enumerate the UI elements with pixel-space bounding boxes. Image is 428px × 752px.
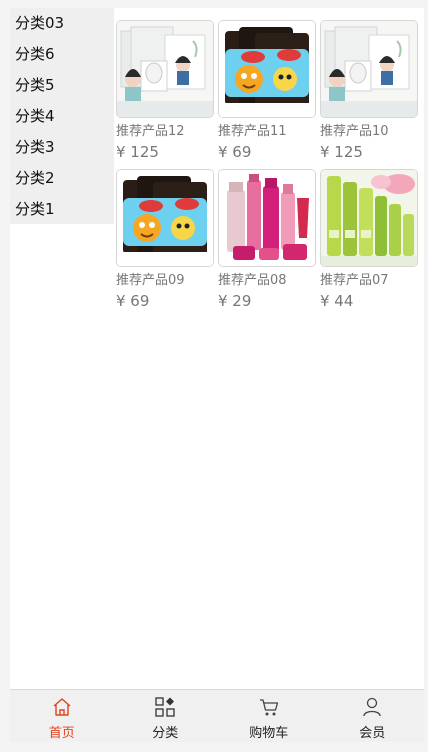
product-card[interactable]: 推荐产品12 ¥ 125 [116,20,214,162]
product-price: ¥ 29 [218,292,252,310]
tab-member-label: 会员 [359,726,386,741]
tab-cart-label: 购物车 [249,726,289,741]
tab-member[interactable]: 会员 [321,690,425,742]
sidebar-item-category-2[interactable]: 分类2 [10,163,114,194]
sidebar-item-category-3[interactable]: 分类3 [10,132,114,163]
tab-home-label: 首页 [48,726,75,741]
category-page: 分类03 分类6 分类5 分类4 分类3 分类2 分类1 推荐产品12 ¥ 12… [10,8,424,689]
product-price: ¥ 69 [116,292,150,310]
home-icon [53,698,71,716]
product-card[interactable]: 推荐产品09 ¥ 69 [116,169,214,311]
product-image-cartoon-mask-pack [116,169,214,267]
product-image-pink-cosmetics-set [218,169,316,267]
sidebar-item-category-4[interactable]: 分类4 [10,101,114,132]
product-image-face-mask-box [116,20,214,118]
product-image-green-skincare-set [320,169,418,267]
product-price: ¥ 44 [320,292,354,310]
category-icon [155,697,175,717]
bottom-tab-bar: 首页 分类 购物车 会员 [10,689,424,742]
product-card[interactable]: 推荐产品10 ¥ 125 [320,20,418,162]
product-name: 推荐产品08 [218,273,287,288]
product-name: 推荐产品11 [218,124,287,139]
product-image-cartoon-mask-pack [218,20,316,118]
sidebar-item-category-5[interactable]: 分类5 [10,70,114,101]
product-name: 推荐产品09 [116,273,185,288]
category-sidebar: 分类03 分类6 分类5 分类4 分类3 分类2 分类1 [10,8,114,224]
tab-home[interactable]: 首页 [10,690,114,742]
tab-category[interactable]: 分类 [114,690,218,742]
product-card[interactable]: 推荐产品11 ¥ 69 [218,20,316,162]
product-price: ¥ 125 [116,143,159,161]
user-icon [363,697,381,717]
product-name: 推荐产品07 [320,273,389,288]
product-price: ¥ 69 [218,143,252,161]
product-card[interactable]: 推荐产品07 ¥ 44 [320,169,418,311]
sidebar-item-category-1[interactable]: 分类1 [10,194,114,225]
product-grid: 推荐产品12 ¥ 125 推荐产品11 ¥ 69 推荐产品10 ¥ 125 推荐… [116,20,422,311]
cart-icon [259,699,278,716]
product-image-face-mask-box [320,20,418,118]
product-name: 推荐产品10 [320,124,389,139]
product-price: ¥ 125 [320,143,363,161]
tab-cart[interactable]: 购物车 [217,690,321,742]
product-name: 推荐产品12 [116,124,185,139]
product-card[interactable]: 推荐产品08 ¥ 29 [218,169,316,311]
sidebar-item-category-03[interactable]: 分类03 [10,8,114,39]
tab-category-label: 分类 [152,726,179,741]
sidebar-item-category-6[interactable]: 分类6 [10,39,114,70]
